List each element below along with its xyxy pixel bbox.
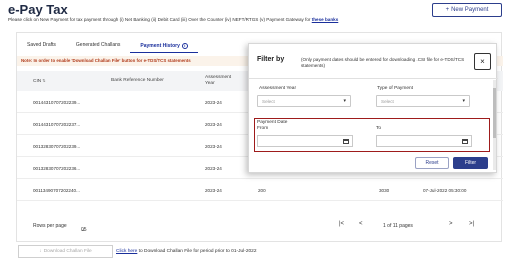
reset-button[interactable]: Reset [415, 157, 449, 169]
from-date-input[interactable] [257, 135, 353, 147]
close-button[interactable]: × [474, 53, 491, 70]
column-header-assessment-year: Assessment Year [205, 75, 231, 87]
first-page-button[interactable]: |< [339, 221, 344, 227]
assessment-year-label: Assessment Year [259, 86, 297, 91]
assessment-year-select[interactable]: Select ▾ [257, 95, 351, 107]
cin-header-label: CIN [33, 79, 42, 84]
year-cell: 2023-24 [205, 100, 222, 105]
info-icon[interactable]: i [181, 42, 188, 49]
chevron-down-icon: ⌄ [81, 227, 86, 233]
type-of-payment-label: Type of Payment [377, 86, 413, 91]
these-banks-link[interactable]: these banks [312, 17, 339, 22]
amount-cell: 200 [258, 188, 266, 193]
to-label: To [376, 126, 382, 131]
page-title: e-Pay Tax [8, 2, 68, 17]
payment-date-label: Payment Date [257, 120, 288, 125]
cin-cell: 00144310707202239... [33, 100, 81, 105]
download-icon: ↓ [39, 249, 42, 254]
caret-down-icon: ▾ [462, 98, 465, 104]
caret-down-icon: ▾ [343, 98, 346, 104]
new-payment-label: New Payment [451, 7, 489, 13]
rows-per-page-label: Rows per page [33, 223, 67, 229]
filter-button[interactable]: Filter [453, 157, 488, 169]
tab-generated-challans[interactable]: Generated Challans [66, 39, 130, 53]
type-of-payment-select[interactable]: Select ▾ [376, 95, 470, 107]
filter-panel: Filter by (Only payment dates should be … [248, 43, 498, 173]
year-cell: 2023-24 [205, 166, 222, 171]
calendar-icon[interactable] [462, 139, 468, 144]
new-payment-button[interactable]: + New Payment [432, 3, 502, 17]
download-challan-label: Download Challan File [43, 249, 92, 254]
intro-text-body: Please click on New Payment for tax paym… [8, 17, 312, 22]
assessment-year-header-line2: Year [205, 81, 215, 86]
next-page-button[interactable]: > [449, 221, 453, 227]
year-cell: 2023-24 [205, 122, 222, 127]
tab-bar: Saved Drafts Generated Challans Payment … [17, 39, 198, 53]
to-date-input[interactable] [376, 135, 472, 147]
last-page-button[interactable]: >| [469, 221, 474, 227]
plus-icon: + [445, 7, 450, 13]
filter-subtitle: (Only payment dates should be entered fo… [301, 57, 465, 68]
cin-cell: 00132830707202239... [33, 144, 81, 149]
tab-payment-history[interactable]: Payment History i [130, 39, 198, 53]
assessment-year-placeholder: Select [262, 99, 275, 104]
page-info: 1 of 11 pages [383, 223, 413, 229]
download-challan-button[interactable]: ↓ Download Challan File [18, 245, 113, 258]
type-of-payment-placeholder: Select [381, 99, 394, 104]
download-prior-text: to Download Challan File for period prio… [137, 249, 257, 254]
pagination: Rows per page 05 ⌄ |< < 1 of 11 pages > … [17, 219, 503, 235]
scrollbar[interactable] [493, 80, 496, 170]
intro-text: Please click on New Payment for tax paym… [8, 17, 338, 22]
reference-cell: 3030 [379, 188, 390, 193]
column-header-cin[interactable]: CIN⇅ [33, 78, 46, 85]
cin-cell: 00144310707202237... [33, 122, 81, 127]
calendar-icon[interactable] [343, 139, 349, 144]
payment-date-group: Payment Date From To [254, 118, 490, 152]
date-cell: 07-Jul-2022 05:30:00 [423, 188, 467, 193]
cin-cell: 00132830707202236... [33, 166, 81, 171]
click-here-link[interactable]: Click here [116, 249, 137, 254]
tab-payment-history-label: Payment History [140, 42, 180, 49]
divider [249, 78, 498, 79]
scrollbar-thumb[interactable] [493, 88, 496, 138]
prev-page-button[interactable]: < [359, 221, 363, 227]
filter-title: Filter by [257, 56, 285, 63]
from-label: From [257, 126, 269, 131]
tab-saved-drafts[interactable]: Saved Drafts [17, 39, 66, 53]
close-icon: × [480, 57, 485, 66]
year-cell: 2023-24 [205, 144, 222, 149]
table-row[interactable]: 00113490707202240... 2023-24 200 3030 07… [17, 179, 503, 201]
download-prior-note: Click here to Download Challan File for … [116, 249, 257, 254]
sort-icon: ⇅ [42, 78, 46, 83]
year-cell: 2023-24 [205, 188, 222, 193]
column-header-bank-ref: Bank Reference Number [111, 78, 164, 83]
cin-cell: 00113490707202240... [33, 188, 80, 193]
